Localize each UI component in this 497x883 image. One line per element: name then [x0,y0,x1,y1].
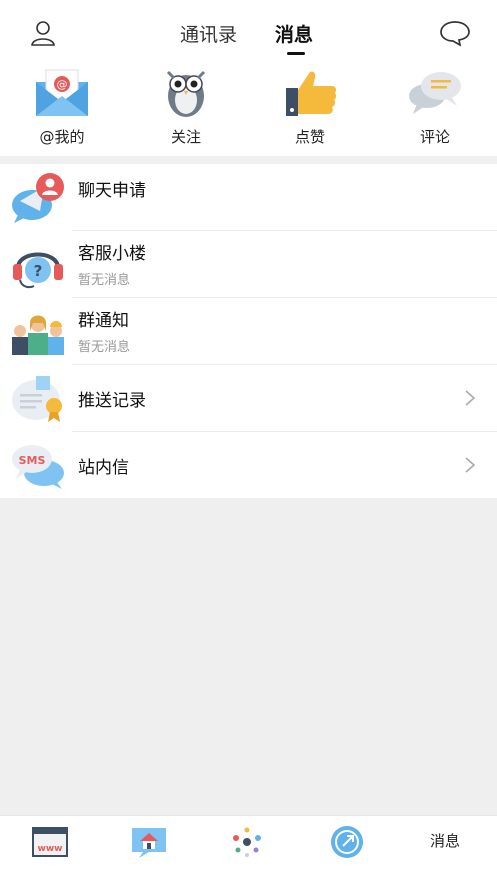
list-item-chat-request[interactable]: 聊天申请 [0,164,497,231]
nav-home[interactable] [129,824,169,860]
bottom-nav: www 消息 [0,815,497,883]
mail-at-icon: @ [36,69,88,116]
sms-icon: SMS [12,445,64,489]
support-headset-icon: ? [13,252,63,289]
owl-icon [166,70,206,117]
svg-text:www: www [38,844,63,854]
quick-action-label: 点赞 [294,128,325,146]
comment-icon [409,72,461,114]
quick-action-label: @我的 [39,128,85,146]
group-icon [12,315,64,355]
list-item-title: 推送记录 [78,391,146,411]
tab-messages[interactable]: 消息 [275,20,313,47]
certificate-icon [12,376,62,422]
quick-action-likes[interactable]: 点赞 [260,62,360,156]
svg-text:SMS: SMS [19,454,46,467]
list-item-title: 群通知 [78,311,129,331]
message-list: 聊天申请 ? 客服小楼 暂无消息 群通知 暂无消息 推送记录 SMS 站内信 [0,164,497,498]
profile-icon[interactable] [28,18,58,48]
nav-www[interactable]: www [30,824,70,860]
list-item-group-notice[interactable]: 群通知 暂无消息 [0,298,497,365]
svg-text:?: ? [34,262,43,280]
list-item-title: 客服小楼 [78,244,146,264]
quick-action-label: 评论 [419,128,450,146]
chat-request-icon [12,173,64,223]
list-item-title: 聊天申请 [78,181,146,201]
chat-bubble-icon[interactable] [438,18,472,48]
quick-action-mentions[interactable]: @ @我的 [12,62,112,156]
nav-explore[interactable] [327,824,367,860]
dots-icon [233,827,261,857]
tab-active-indicator [287,52,305,55]
home-icon [132,828,166,858]
thumbs-up-icon [286,71,337,116]
compass-icon [331,826,363,858]
quick-action-follow[interactable]: 关注 [136,62,236,156]
quick-actions: @ @我的 关注 点赞 评论 [0,62,497,156]
list-item-push-records[interactable]: 推送记录 [0,365,497,432]
list-item-site-mail[interactable]: SMS 站内信 [0,432,497,499]
nav-discover[interactable] [227,824,267,860]
quick-action-label: 关注 [170,128,201,146]
top-bar: 通讯录 消息 [0,0,497,62]
chevron-right-icon [465,457,476,473]
nav-messages[interactable]: 消息 [430,830,460,851]
list-item-title: 站内信 [78,458,129,478]
quick-action-comments[interactable]: 评论 [385,62,485,156]
www-icon: www [32,827,68,857]
list-item-subtitle: 暂无消息 [78,340,131,355]
list-item-customer-service[interactable]: ? 客服小楼 暂无消息 [0,231,497,298]
svg-text:@: @ [57,78,68,91]
chevron-right-icon [465,390,476,406]
tab-contacts[interactable]: 通讯录 [180,20,237,47]
list-item-subtitle: 暂无消息 [78,273,131,288]
